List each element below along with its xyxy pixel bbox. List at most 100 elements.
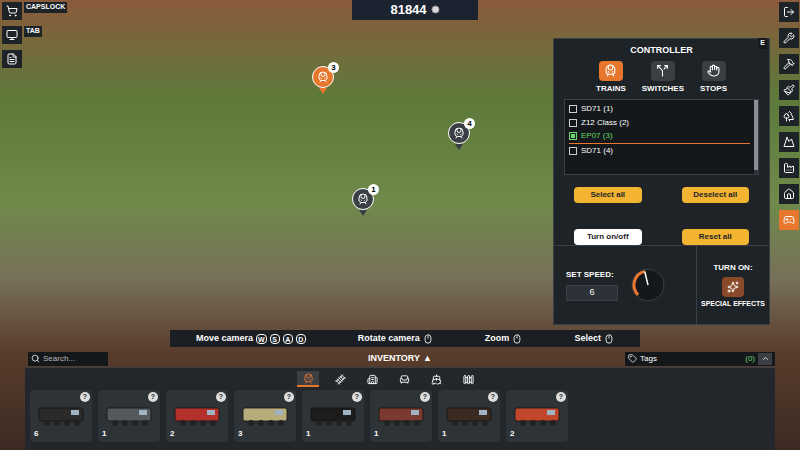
train-model-icon xyxy=(375,403,427,429)
controller-button[interactable]: Select all xyxy=(574,187,642,203)
right-toolbar-button[interactable] xyxy=(779,28,799,48)
hint-label: Rotate camera xyxy=(358,332,420,346)
right-toolbar-button[interactable] xyxy=(779,158,799,178)
list-scrollbar[interactable] xyxy=(754,100,758,175)
inventory-item[interactable]: ?1 xyxy=(370,390,432,442)
category-icon xyxy=(431,374,442,385)
inventory-tab[interactable] xyxy=(329,371,351,387)
inventory-item[interactable]: ?1 xyxy=(98,390,160,442)
toolbar-icon xyxy=(783,110,795,122)
train-marker[interactable]: 1 xyxy=(352,188,374,216)
inventory-area: INVENTORY▲Tags(0)?6?1?2?3?1?1?1?2 xyxy=(0,350,800,450)
inventory-items: ?6?1?2?3?1?1?1?2 xyxy=(30,390,775,442)
inventory-tab[interactable] xyxy=(457,371,479,387)
left-toolbar-item[interactable]: TAB xyxy=(2,26,67,44)
right-toolbar-button[interactable] xyxy=(779,184,799,204)
speed-value[interactable]: 6 xyxy=(566,285,618,301)
train-icon xyxy=(317,71,329,83)
train-row[interactable]: Z12 Class (2) xyxy=(569,116,750,130)
left-toolbar-item[interactable] xyxy=(2,50,67,68)
right-toolbar-button[interactable] xyxy=(779,54,799,74)
search-input[interactable] xyxy=(43,353,105,365)
inventory-item[interactable]: ?3 xyxy=(234,390,296,442)
right-toolbar-button[interactable] xyxy=(779,2,799,22)
train-checkbox[interactable] xyxy=(569,147,577,155)
inventory-tab[interactable] xyxy=(297,371,319,387)
controller-tab[interactable]: SWITCHES xyxy=(642,61,684,95)
toolbar-icon xyxy=(783,58,795,70)
train-model-icon xyxy=(307,403,359,429)
toolbar-icon xyxy=(783,136,795,148)
info-badge[interactable]: ? xyxy=(556,392,566,402)
panel-title: CONTROLLER xyxy=(630,44,693,58)
speed-section: SET SPEED:6 xyxy=(554,246,697,324)
info-badge[interactable]: ? xyxy=(352,392,362,402)
right-toolbar-button[interactable] xyxy=(779,132,799,152)
info-badge[interactable]: ? xyxy=(284,392,294,402)
train-model-icon xyxy=(443,403,495,429)
marker-number: 1 xyxy=(368,184,379,195)
tab-label: TRAINS xyxy=(596,83,626,95)
info-badge[interactable]: ? xyxy=(148,392,158,402)
controller-button[interactable]: Deselect all xyxy=(682,187,750,203)
inventory-tab[interactable] xyxy=(425,371,447,387)
close-key[interactable]: E xyxy=(758,38,767,49)
train-checkbox[interactable] xyxy=(569,105,577,113)
train-icon xyxy=(357,193,369,205)
train-name: EP07 (3) xyxy=(581,130,613,142)
right-toolbar-button[interactable] xyxy=(779,106,799,126)
info-badge[interactable]: ? xyxy=(80,392,90,402)
inventory-item[interactable]: ?1 xyxy=(438,390,500,442)
train-row[interactable]: EP07 (3) xyxy=(569,130,750,144)
right-toolbar-button[interactable] xyxy=(779,80,799,100)
inventory-item[interactable]: ?6 xyxy=(30,390,92,442)
hint: Select xyxy=(574,332,614,346)
train-model-icon xyxy=(239,403,291,429)
controller-button[interactable]: Turn on/off xyxy=(574,229,642,245)
tag-icon xyxy=(628,354,637,363)
item-count: 1 xyxy=(442,428,446,440)
inventory-item[interactable]: ?2 xyxy=(506,390,568,442)
key-cap: W xyxy=(256,334,267,344)
train-marker[interactable]: 4 xyxy=(448,122,470,150)
train-checkbox[interactable] xyxy=(569,132,577,140)
info-badge[interactable]: ? xyxy=(420,392,430,402)
controller-panel: CONTROLLER E TRAINS SWITCHES STOPS SD71 (1)Z1… xyxy=(553,38,770,325)
left-toolbar: CAPSLOCK TAB xyxy=(2,2,67,68)
inventory-tab[interactable] xyxy=(393,371,415,387)
controller-tab[interactable]: STOPS xyxy=(700,61,727,95)
inventory-item[interactable]: ?2 xyxy=(166,390,228,442)
inventory-title[interactable]: INVENTORY▲ xyxy=(360,352,440,366)
toolbar-icon xyxy=(783,188,795,200)
train-row[interactable]: SD71 (4) xyxy=(569,144,750,158)
effects-button[interactable] xyxy=(722,277,744,297)
mouse-icon xyxy=(512,334,522,344)
train-row[interactable]: SD71 (1) xyxy=(569,102,750,116)
key-cap: S xyxy=(270,334,280,344)
hint: Rotate camera xyxy=(358,332,433,346)
train-marker[interactable]: 3 xyxy=(312,66,334,94)
speed-knob[interactable] xyxy=(628,265,668,305)
key-hint: TAB xyxy=(24,26,42,37)
train-icon xyxy=(453,127,465,139)
train-checkbox[interactable] xyxy=(569,119,577,127)
coin-counter: 81844 xyxy=(352,0,478,20)
info-badge[interactable]: ? xyxy=(216,392,226,402)
right-toolbar-button[interactable] xyxy=(779,210,799,230)
left-toolbar-item[interactable]: CAPSLOCK xyxy=(2,2,67,20)
controller-button[interactable]: Reset all xyxy=(682,229,750,245)
inventory-item[interactable]: ?1 xyxy=(302,390,364,442)
tags-count: (0) xyxy=(745,353,755,365)
hint: Zoom xyxy=(485,332,523,346)
mouse-icon xyxy=(604,334,614,344)
hint-label: Select xyxy=(574,332,601,346)
sparkles-icon xyxy=(727,281,739,293)
search-field[interactable] xyxy=(28,352,108,366)
controller-tab[interactable]: TRAINS xyxy=(596,61,626,95)
tags-field[interactable]: Tags(0) xyxy=(625,352,775,366)
inventory-tab[interactable] xyxy=(361,371,383,387)
train-model-icon xyxy=(103,403,155,429)
toolbar-icon xyxy=(783,6,795,18)
category-icon xyxy=(367,374,378,385)
info-badge[interactable]: ? xyxy=(488,392,498,402)
